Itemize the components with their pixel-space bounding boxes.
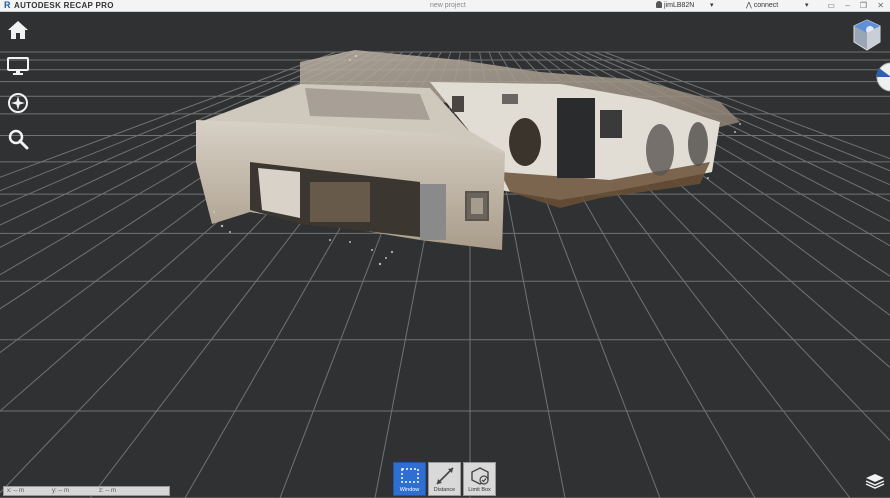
- close-button[interactable]: ✕: [877, 1, 884, 10]
- recap-logo-icon: R: [4, 0, 11, 10]
- viewport-3d[interactable]: [0, 12, 890, 498]
- cursor-z: z: -- m: [99, 488, 116, 494]
- limit-box-label: Limit Box: [468, 487, 491, 493]
- view-cube[interactable]: [852, 18, 882, 52]
- display-settings-button[interactable]: [6, 54, 30, 78]
- window-select-button[interactable]: Window: [393, 462, 426, 496]
- window-controls: ▭ – ❐ ✕: [819, 0, 884, 11]
- coordinates-readout: x: -- m y: -- m z: -- m: [3, 486, 170, 496]
- home-button[interactable]: [6, 18, 30, 42]
- user-menu-caret-icon[interactable]: ▾: [710, 0, 714, 11]
- title-bar: R AUTODESK RECAP PRO new project jimLB82…: [0, 0, 890, 12]
- home-icon: [8, 21, 28, 39]
- compass-icon: [8, 93, 28, 113]
- connect-menu-caret-icon[interactable]: ▾: [805, 0, 809, 11]
- cursor-x: x: -- m: [7, 488, 24, 494]
- window-select-label: Window: [399, 487, 420, 493]
- distance-button[interactable]: Distance: [428, 462, 461, 496]
- search-icon: [8, 129, 29, 150]
- search-button[interactable]: [6, 127, 30, 151]
- navigation-button[interactable]: [6, 91, 30, 115]
- distance-label: Distance: [433, 487, 456, 493]
- layers-icon: [865, 474, 885, 489]
- limit-box-icon: [470, 467, 489, 485]
- connect-label: connect: [753, 2, 779, 9]
- limit-box-button[interactable]: Limit Box: [463, 462, 496, 496]
- user-name: jimLB82N: [664, 2, 695, 9]
- distance-icon: [435, 467, 454, 485]
- orbit-wheel[interactable]: [873, 62, 890, 92]
- window-select-icon: [400, 468, 419, 483]
- bottom-toolbar: Window Distance Limit Box: [393, 462, 496, 497]
- project-title: new project: [430, 2, 466, 9]
- app-title: AUTODESK RECAP PRO: [14, 1, 114, 10]
- connect-menu[interactable]: ⋀ connect: [746, 0, 778, 11]
- user-icon: [656, 1, 662, 8]
- view-cube-icon: [853, 19, 881, 51]
- chat-icon[interactable]: ▭: [827, 1, 835, 10]
- user-menu[interactable]: jimLB82N: [656, 0, 694, 11]
- monitor-icon: [7, 57, 29, 75]
- cursor-y: y: -- m: [52, 488, 69, 494]
- layers-button[interactable]: [864, 470, 886, 490]
- restore-button[interactable]: ❐: [860, 1, 867, 10]
- connect-icon: ⋀: [746, 2, 752, 9]
- point-cloud-scene: [0, 50, 890, 498]
- minimize-button[interactable]: –: [845, 1, 849, 10]
- orbit-wheel-icon: [876, 62, 890, 92]
